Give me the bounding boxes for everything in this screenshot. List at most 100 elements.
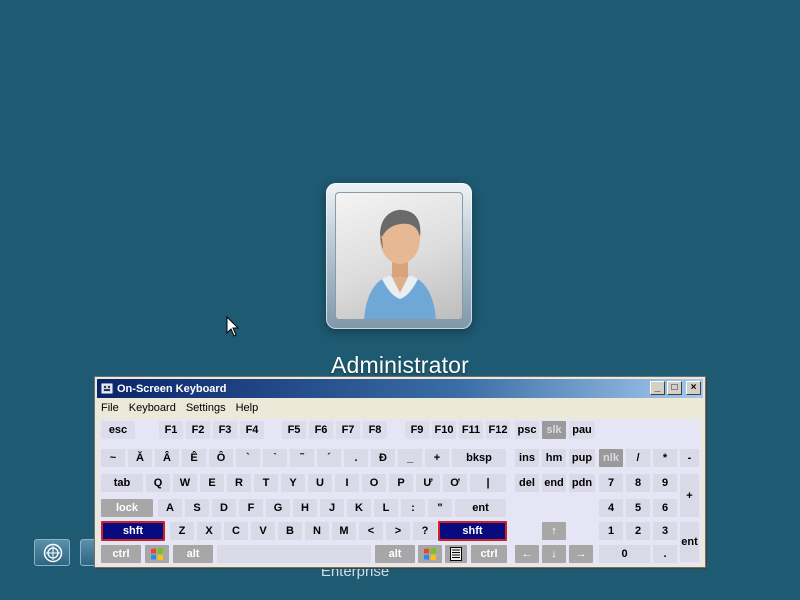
key-pgdn[interactable]: pdn: [569, 474, 595, 492]
key-f8[interactable]: F8: [363, 421, 387, 439]
key-ins[interactable]: ins: [515, 449, 539, 467]
key-quote[interactable]: ": [428, 499, 452, 517]
key-underscore[interactable]: _: [398, 449, 422, 467]
key-arrow-down[interactable]: ↓: [542, 545, 566, 563]
key-r[interactable]: R: [227, 474, 251, 492]
key-left-win[interactable]: [145, 545, 169, 563]
key-capslock[interactable]: lock: [101, 499, 153, 517]
key-tilde[interactable]: ~: [101, 449, 125, 467]
key-o-circ[interactable]: Ô: [209, 449, 233, 467]
key-num-2[interactable]: 2: [626, 522, 650, 540]
key-pipe[interactable]: |: [470, 474, 506, 492]
key-num-0[interactable]: 0: [599, 545, 650, 563]
key-d[interactable]: D: [212, 499, 236, 517]
menu-keyboard[interactable]: Keyboard: [129, 402, 176, 414]
key-left-shift[interactable]: shft: [101, 521, 165, 541]
key-h[interactable]: H: [293, 499, 317, 517]
key-f3[interactable]: F3: [213, 421, 237, 439]
key-m[interactable]: M: [332, 522, 356, 540]
key-e-circ[interactable]: Ê: [182, 449, 206, 467]
key-psc[interactable]: psc: [515, 421, 539, 439]
key-home[interactable]: hm: [542, 449, 566, 467]
key-o-horn[interactable]: Ơ: [443, 474, 467, 492]
key-num-4[interactable]: 4: [599, 499, 623, 517]
key-f4[interactable]: F4: [240, 421, 264, 439]
key-backspace[interactable]: bksp: [452, 449, 506, 467]
key-q[interactable]: Q: [146, 474, 170, 492]
key-left-alt[interactable]: alt: [173, 545, 213, 563]
key-num-8[interactable]: 8: [626, 474, 650, 492]
key-f2[interactable]: F2: [186, 421, 210, 439]
key-f10[interactable]: F10: [432, 421, 456, 439]
key-f1[interactable]: F1: [159, 421, 183, 439]
key-numlock[interactable]: nlk: [599, 449, 623, 467]
key-pgup[interactable]: pup: [569, 449, 595, 467]
on-screen-keyboard-window[interactable]: On-Screen Keyboard _ □ × File Keyboard S…: [94, 376, 706, 568]
key-e[interactable]: E: [200, 474, 224, 492]
key-d-stroke[interactable]: Đ: [371, 449, 395, 467]
key-f11[interactable]: F11: [459, 421, 483, 439]
key-left-ctrl[interactable]: ctrl: [101, 545, 141, 563]
key-b[interactable]: B: [278, 522, 302, 540]
key-arrow-left[interactable]: ←: [515, 545, 539, 563]
key-z[interactable]: Z: [170, 522, 194, 540]
osk-titlebar[interactable]: On-Screen Keyboard _ □ ×: [97, 379, 703, 398]
key-num-1[interactable]: 1: [599, 522, 623, 540]
menu-file[interactable]: File: [101, 402, 119, 414]
key-o[interactable]: O: [362, 474, 386, 492]
key-f9[interactable]: F9: [405, 421, 429, 439]
key-f6[interactable]: F6: [309, 421, 333, 439]
key-a-circ[interactable]: Â: [155, 449, 179, 467]
key-t[interactable]: T: [254, 474, 278, 492]
key-s[interactable]: S: [185, 499, 209, 517]
user-tile[interactable]: [326, 183, 472, 329]
key-space[interactable]: [217, 545, 371, 563]
key-f[interactable]: F: [239, 499, 263, 517]
key-grave[interactable]: `: [236, 449, 260, 467]
minimize-button[interactable]: _: [650, 381, 665, 395]
key-arrow-right[interactable]: →: [569, 545, 593, 563]
key-num-decimal[interactable]: .: [653, 545, 677, 563]
key-num-3[interactable]: 3: [653, 522, 677, 540]
key-num-5[interactable]: 5: [626, 499, 650, 517]
key-plus[interactable]: +: [425, 449, 449, 467]
key-acute[interactable]: ´: [317, 449, 341, 467]
key-w[interactable]: W: [173, 474, 197, 492]
key-l[interactable]: L: [374, 499, 398, 517]
key-u[interactable]: U: [308, 474, 332, 492]
key-num-enter[interactable]: ent: [680, 522, 699, 562]
key-g[interactable]: G: [266, 499, 290, 517]
key-tab[interactable]: tab: [101, 474, 143, 492]
key-tilde-accent[interactable]: ˜: [290, 449, 314, 467]
key-num-minus[interactable]: -: [680, 449, 699, 467]
key-x[interactable]: X: [197, 522, 221, 540]
key-a[interactable]: A: [158, 499, 182, 517]
key-num-divide[interactable]: /: [626, 449, 650, 467]
key-esc[interactable]: esc: [101, 421, 135, 439]
key-f12[interactable]: F12: [486, 421, 510, 439]
key-num-7[interactable]: 7: [599, 474, 623, 492]
key-v[interactable]: V: [251, 522, 275, 540]
key-del[interactable]: del: [515, 474, 539, 492]
key-right-win[interactable]: [418, 545, 442, 563]
key-f5[interactable]: F5: [282, 421, 306, 439]
key-colon[interactable]: :: [401, 499, 425, 517]
key-less-than[interactable]: <: [359, 522, 383, 540]
key-num-6[interactable]: 6: [653, 499, 677, 517]
key-j[interactable]: J: [320, 499, 344, 517]
ease-of-access-button[interactable]: [34, 539, 70, 566]
key-num-plus[interactable]: +: [680, 474, 699, 517]
close-button[interactable]: ×: [686, 381, 701, 395]
maximize-button[interactable]: □: [667, 381, 682, 395]
key-slk[interactable]: slk: [542, 421, 566, 439]
key-menu[interactable]: [445, 545, 467, 563]
key-greater-than[interactable]: >: [386, 522, 410, 540]
key-pau[interactable]: pau: [569, 421, 595, 439]
key-p[interactable]: P: [389, 474, 413, 492]
key-u-horn[interactable]: Ư: [416, 474, 440, 492]
key-enter[interactable]: ent: [455, 499, 506, 517]
key-f7[interactable]: F7: [336, 421, 360, 439]
key-question[interactable]: ?: [413, 522, 437, 540]
key-k[interactable]: K: [347, 499, 371, 517]
key-i[interactable]: I: [335, 474, 359, 492]
